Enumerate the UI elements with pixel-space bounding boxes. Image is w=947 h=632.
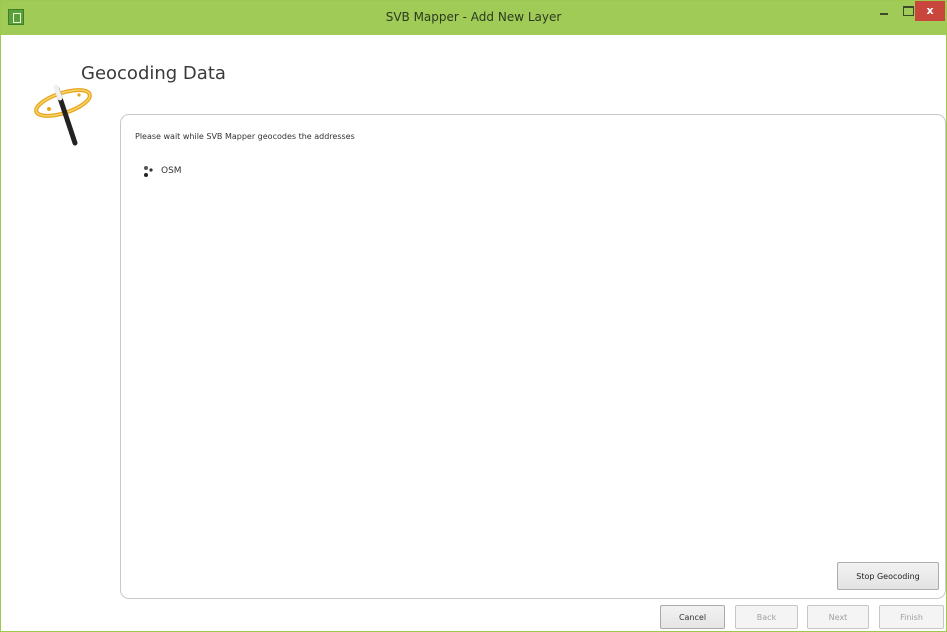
- cancel-button[interactable]: Cancel: [660, 605, 725, 629]
- source-label: OSM: [161, 166, 182, 176]
- app-window: SVB Mapper - Add New Layer x Geocoding D…: [0, 0, 947, 632]
- geocoding-panel: Please wait while SVB Mapper geocodes th…: [120, 114, 946, 599]
- title-bar[interactable]: SVB Mapper - Add New Layer x: [1, 1, 946, 35]
- next-button[interactable]: Next: [807, 605, 869, 629]
- page-title: Geocoding Data: [81, 63, 226, 84]
- stop-geocoding-button[interactable]: Stop Geocoding: [837, 562, 939, 590]
- spinner-icon: [144, 166, 153, 177]
- minimize-button[interactable]: [873, 1, 895, 23]
- close-button[interactable]: x: [915, 1, 945, 21]
- back-button[interactable]: Back: [735, 605, 798, 629]
- status-message: Please wait while SVB Mapper geocodes th…: [135, 132, 355, 141]
- finish-button[interactable]: Finish: [879, 605, 944, 629]
- magic-wand-icon: [34, 84, 92, 146]
- window-title: SVB Mapper - Add New Layer: [385, 10, 562, 24]
